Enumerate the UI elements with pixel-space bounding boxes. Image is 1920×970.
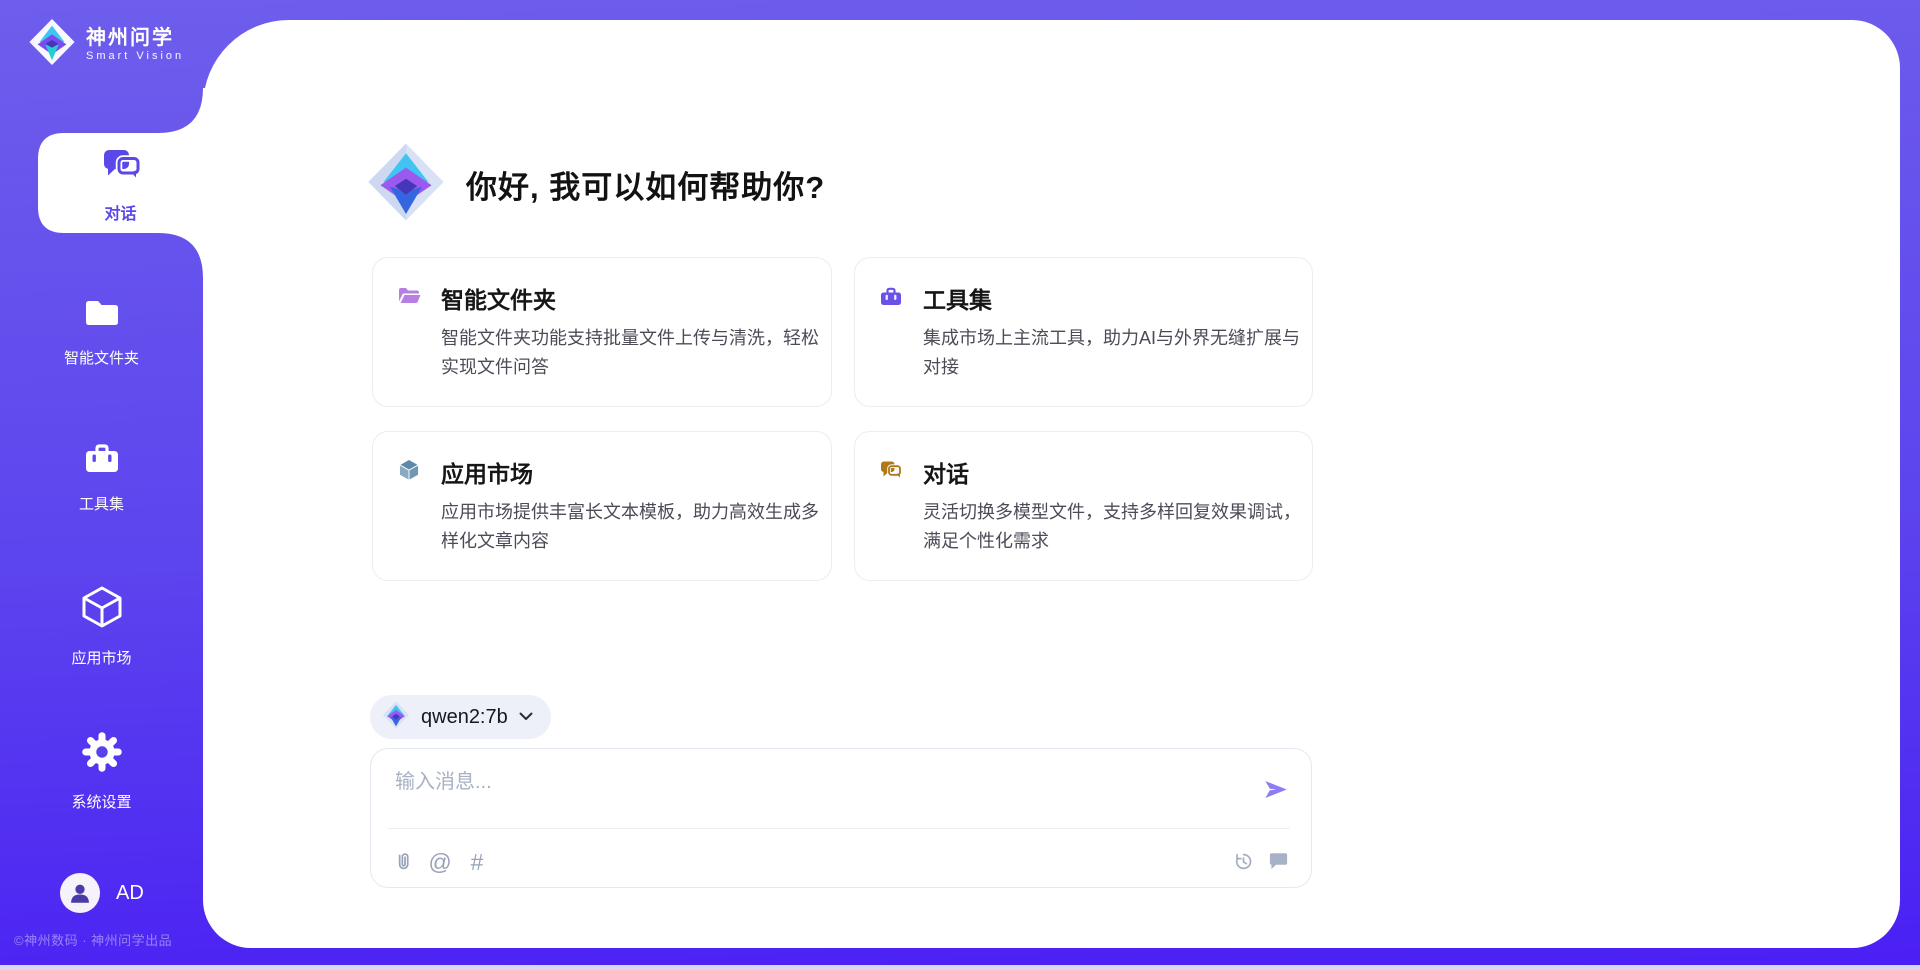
- card-description: 智能文件夹功能支持批量文件上传与清洗，轻松实现文件问答: [441, 324, 823, 382]
- sidebar-item-label: 工具集: [79, 493, 124, 514]
- sidebar-item-label: 应用市场: [71, 647, 131, 668]
- assistant-diamond-icon: [366, 142, 446, 227]
- card-description: 灵活切换多模型文件，支持多样回复效果调试，满足个性化需求: [923, 498, 1305, 556]
- card-title: 应用市场: [441, 455, 533, 489]
- comment-icon[interactable]: [1267, 850, 1290, 873]
- gear-icon: [80, 730, 124, 778]
- sidebar-item-toolset[interactable]: 工具集: [0, 440, 203, 514]
- sidebar-item-label: 系统设置: [71, 791, 131, 812]
- composer-divider: [388, 828, 1290, 829]
- chevron-down-icon: [519, 708, 533, 726]
- sidebar-item-app-market[interactable]: 应用市场: [0, 584, 203, 668]
- cube-icon: [79, 584, 125, 634]
- sidebar-item-smart-folder[interactable]: 智能文件夹: [0, 296, 203, 368]
- card-description: 集成市场上主流工具，助力AI与外界无缝扩展与对接: [923, 324, 1305, 382]
- paperclip-icon[interactable]: [392, 851, 415, 874]
- card-title: 对话: [923, 455, 969, 489]
- sidebar-item-label: 对话: [104, 200, 136, 224]
- greeting-block: 你好, 我可以如何帮助你?: [366, 142, 825, 227]
- card-toolset[interactable]: 工具集 集成市场上主流工具，助力AI与外界无缝扩展与对接: [854, 257, 1313, 407]
- card-smart-folder[interactable]: 智能文件夹 智能文件夹功能支持批量文件上传与清洗，轻松实现文件问答: [372, 257, 832, 407]
- bottom-edge-strip: [0, 965, 1920, 970]
- brand-subtitle: Smart Vision: [86, 50, 184, 62]
- sidebar: 神州问学 Smart Vision 对话: [0, 0, 203, 970]
- user-name: AD: [116, 882, 144, 905]
- chat-bubbles-icon: [879, 458, 903, 487]
- toolbox-icon: [879, 284, 903, 313]
- send-icon[interactable]: [1262, 776, 1289, 808]
- message-input[interactable]: [395, 765, 1215, 799]
- card-description: 应用市场提供丰富长文本模板，助力高效生成多样化文章内容: [441, 498, 823, 556]
- brand-diamond-icon: [28, 18, 76, 71]
- feature-cards: 智能文件夹 智能文件夹功能支持批量文件上传与清洗，轻松实现文件问答 工具集 集成…: [372, 257, 1313, 581]
- model-diamond-icon: [382, 701, 410, 734]
- card-title: 工具集: [923, 281, 992, 315]
- card-chat[interactable]: 对话 灵活切换多模型文件，支持多样回复效果调试，满足个性化需求: [854, 431, 1313, 581]
- sidebar-item-chat[interactable]: 对话: [38, 133, 203, 233]
- message-composer: @ #: [370, 748, 1312, 888]
- brand-logo: 神州问学 Smart Vision: [28, 18, 184, 71]
- greeting-title: 你好, 我可以如何帮助你?: [466, 162, 825, 207]
- folder-icon: [83, 296, 121, 334]
- copyright-text: ©神州数码 · 神州问学出品: [14, 930, 172, 949]
- model-name: qwen2:7b: [421, 706, 508, 729]
- card-app-market[interactable]: 应用市场 应用市场提供丰富长文本模板，助力高效生成多样化文章内容: [372, 431, 832, 581]
- sidebar-item-settings[interactable]: 系统设置: [0, 730, 203, 812]
- chat-bubbles-icon: [98, 142, 144, 193]
- app-root: 神州问学 Smart Vision 对话: [0, 0, 1920, 970]
- folder-open-icon: [397, 284, 421, 313]
- mention-icon[interactable]: @: [428, 850, 452, 874]
- brand-name: 神州问学: [86, 27, 184, 50]
- history-icon[interactable]: [1232, 850, 1255, 873]
- avatar: [60, 873, 100, 913]
- card-title: 智能文件夹: [441, 281, 556, 315]
- sidebar-item-label: 智能文件夹: [64, 347, 139, 368]
- user-profile[interactable]: AD: [60, 873, 144, 913]
- toolbox-icon: [82, 440, 122, 480]
- cube-icon: [397, 458, 421, 487]
- model-selector[interactable]: qwen2:7b: [370, 695, 551, 739]
- hashtag-icon[interactable]: #: [465, 850, 489, 874]
